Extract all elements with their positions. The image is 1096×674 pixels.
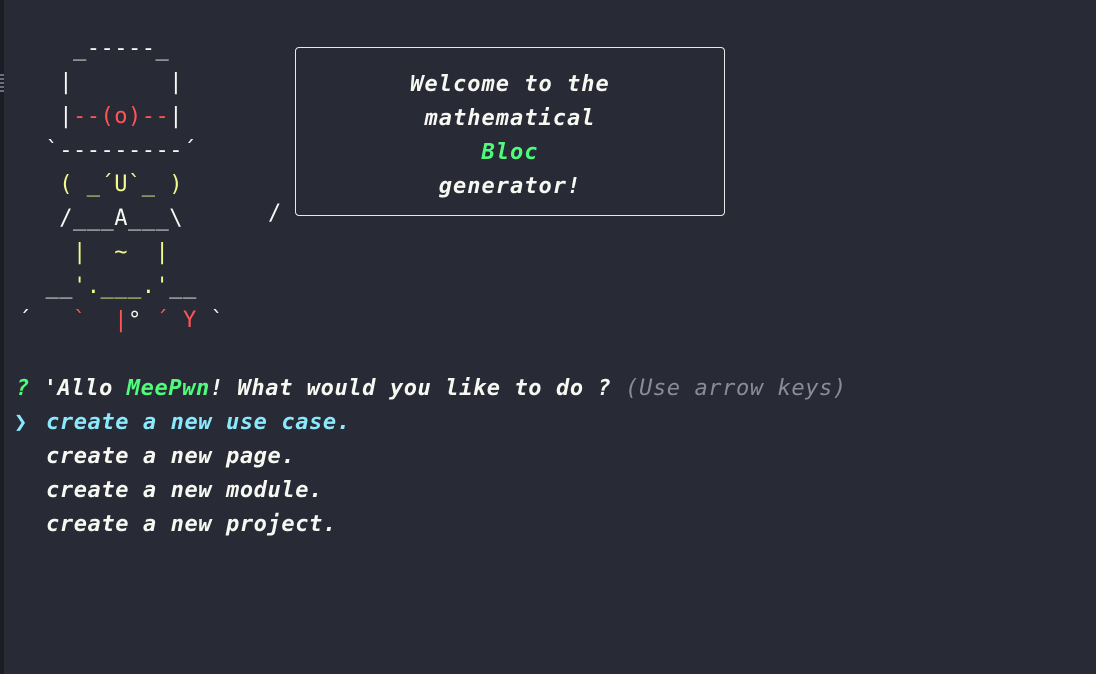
ascii-art-row: | ~ | [18,236,224,270]
menu-option[interactable]: create a new page. [14,440,351,474]
prompt-text: ! What would you like to do ? [209,376,612,401]
choice-list: ❯ create a new use case. create a new page… [14,406,351,542]
prompt-hint: (Use arrow keys) [611,376,847,401]
ascii-art-segment: `---------´ [18,138,197,163]
ascii-art-segment: ` | [72,308,128,333]
welcome-line-bloc: Bloc [481,140,539,165]
ascii-art-segment: ´ [18,308,73,333]
menu-option-selected[interactable]: ❯ create a new use case. [14,406,351,440]
ascii-art-row: `---------´ [18,134,224,168]
ascii-art-segment: __ [169,274,197,299]
ascii-art-segment [18,240,73,265]
ascii-art-row: __'.___.'__ [18,270,224,304]
user-name: MeePwn [126,376,210,401]
prompt-prefix: 'Allo [29,376,127,401]
menu-option-label: create a new page. [46,444,296,469]
ascii-art-row: ´ ` |° ´ Y ` [18,304,224,338]
yeoman-ascii-art: _-----_ | | |--(o)--| `---------´ ( _´U`… [18,32,224,338]
ascii-art-row: _-----_ [18,32,224,66]
menu-option[interactable]: create a new module. [14,474,351,508]
ascii-art-segment: | | [18,70,183,95]
ascii-art-segment: ( _´U`_ ) [59,172,183,197]
menu-option-label: create a new module. [46,478,323,503]
ascii-art-segment: ` [196,308,225,333]
ascii-art-segment: | [169,104,183,129]
ascii-art-row: ( _´U`_ ) [18,168,224,202]
ascii-art-segment: ° [127,308,156,333]
prompt-question: ? 'Allo MeePwn! What would you like to d… [16,372,847,406]
menu-option-label: create a new use case. [46,410,351,435]
ascii-art-segment: | ~ | [72,240,170,265]
ascii-art-segment: ´ Y [155,308,197,333]
ascii-art-row: /___A___\ [18,202,224,236]
ascii-art-segment: __ [18,274,73,299]
welcome-line-2: mathematical [424,106,596,131]
welcome-line-1: Welcome to the [410,72,610,97]
terminal-output: _-----_ | | |--(o)--| `---------´ ( _´U`… [0,0,1096,674]
ascii-art-segment [18,172,59,197]
ascii-art-segment: | [18,104,73,129]
question-marker: ? [16,376,30,401]
ascii-art-segment: '.___.' [72,274,170,299]
menu-option[interactable]: create a new project. [14,508,351,542]
welcome-line-4: generator! [438,174,582,199]
selection-pointer-icon: ❯ [14,410,28,435]
ascii-art-row: |--(o)--| [18,100,224,134]
ascii-art-segment: _-----_ [18,36,170,61]
welcome-speech-bubble: Welcome to the mathematical Bloc generat… [295,47,725,216]
ascii-art-segment: /___A___\ [18,206,183,231]
ascii-art-segment: --(o)-- [72,104,170,129]
speech-bubble-tail: / [268,201,282,226]
ascii-art-row: | | [18,66,224,100]
menu-option-label: create a new project. [46,512,337,537]
